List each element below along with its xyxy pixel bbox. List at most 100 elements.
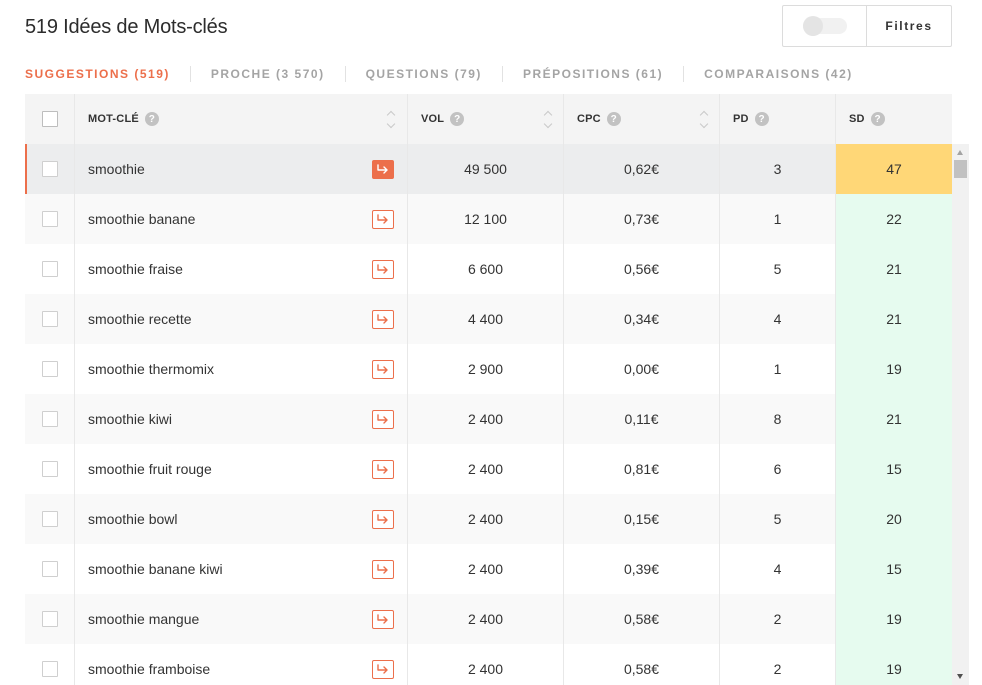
column-header-sd[interactable]: SD ?: [836, 94, 952, 144]
vol-cell: 4 400: [408, 294, 564, 344]
row-checkbox-cell: [25, 194, 75, 244]
vol-cell: 2 400: [408, 594, 564, 644]
filters-button[interactable]: Filtres: [867, 6, 951, 46]
table-scrollbar[interactable]: [952, 144, 969, 685]
keyword-table: MOT-CLÉ ? VOL ? CPC ? PD ? SD ? smoothie…: [25, 94, 952, 685]
tab-prepositions[interactable]: PRÉPOSITIONS (61): [523, 67, 663, 81]
row-checkbox[interactable]: [41, 661, 58, 677]
row-checkbox-cell: [25, 294, 75, 344]
table-row[interactable]: smoothie 49 500 0,62€ 3 47: [25, 144, 952, 194]
keyword-cell: smoothie bowl: [75, 494, 408, 544]
arrow-turn-right-icon[interactable]: [372, 409, 394, 429]
help-icon[interactable]: ?: [870, 112, 885, 126]
row-checkbox[interactable]: [41, 511, 58, 527]
row-checkbox[interactable]: [41, 561, 58, 577]
table-row[interactable]: smoothie fruit rouge 2 400 0,81€ 6 15: [25, 444, 952, 494]
sd-cell: 21: [836, 244, 952, 294]
table-row[interactable]: smoothie fraise 6 600 0,56€ 5 21: [25, 244, 952, 294]
row-checkbox[interactable]: [41, 611, 58, 627]
pd-cell: 2: [720, 594, 836, 644]
pd-cell: 1: [720, 344, 836, 394]
filter-panel: Filtres: [782, 5, 952, 47]
sd-cell: 21: [836, 294, 952, 344]
column-label-sd: SD: [849, 113, 865, 125]
row-checkbox-cell: [25, 394, 75, 444]
row-checkbox[interactable]: [41, 411, 58, 427]
cpc-cell: 0,58€: [564, 594, 720, 644]
sort-arrows-icon[interactable]: [543, 110, 553, 128]
sd-cell: 21: [836, 394, 952, 444]
column-label-cpc: CPC: [577, 113, 601, 125]
tab-questions[interactable]: QUESTIONS (79): [366, 67, 482, 81]
row-checkbox[interactable]: [41, 361, 58, 377]
arrow-turn-right-icon[interactable]: [372, 309, 394, 329]
vol-cell: 2 400: [408, 444, 564, 494]
row-checkbox-cell: [25, 494, 75, 544]
tab-divider: [344, 66, 346, 82]
arrow-turn-right-icon[interactable]: [372, 259, 394, 279]
keyword-cell: smoothie fraise: [75, 244, 408, 294]
table-row[interactable]: smoothie banane 12 100 0,73€ 1 22: [25, 194, 952, 244]
arrow-turn-right-icon[interactable]: [372, 509, 394, 529]
table-row[interactable]: smoothie bowl 2 400 0,15€ 5 20: [25, 494, 952, 544]
tab-divider: [683, 66, 685, 82]
filter-toggle[interactable]: [802, 16, 847, 36]
keyword-text: smoothie recette: [88, 311, 192, 327]
tab-proche[interactable]: PROCHE (3 570): [211, 67, 325, 81]
help-icon[interactable]: ?: [754, 112, 769, 126]
table-row[interactable]: smoothie kiwi 2 400 0,11€ 8 21: [25, 394, 952, 444]
sd-cell: 19: [836, 594, 952, 644]
sd-cell: 19: [836, 344, 952, 394]
cpc-cell: 0,58€: [564, 644, 720, 685]
tab-suggestions[interactable]: SUGGESTIONS (519): [25, 67, 170, 81]
table-row[interactable]: smoothie recette 4 400 0,34€ 4 21: [25, 294, 952, 344]
scroll-thumb[interactable]: [954, 160, 967, 178]
table-row[interactable]: smoothie framboise 2 400 0,58€ 2 19: [25, 644, 952, 685]
column-label-vol: VOL: [421, 113, 445, 125]
select-all-checkbox[interactable]: [41, 111, 58, 127]
table-row[interactable]: smoothie banane kiwi 2 400 0,39€ 4 15: [25, 544, 952, 594]
row-checkbox-cell: [25, 594, 75, 644]
sort-arrows-icon[interactable]: [699, 110, 709, 128]
arrow-turn-right-icon[interactable]: [372, 609, 394, 629]
table-row[interactable]: smoothie thermomix 2 900 0,00€ 1 19: [25, 344, 952, 394]
row-checkbox[interactable]: [41, 161, 58, 177]
row-checkbox[interactable]: [41, 211, 58, 227]
cpc-cell: 0,73€: [564, 194, 720, 244]
row-checkbox[interactable]: [41, 261, 58, 277]
column-header-keyword[interactable]: MOT-CLÉ ?: [75, 94, 408, 144]
help-icon[interactable]: ?: [144, 112, 159, 126]
table-body: smoothie 49 500 0,62€ 3 47 smoothie banane 12 …: [25, 144, 952, 685]
scroll-up-arrow-icon[interactable]: [957, 150, 963, 155]
scroll-down-arrow-icon[interactable]: [957, 674, 963, 679]
help-icon[interactable]: ?: [606, 112, 621, 126]
tab-comparaisons[interactable]: COMPARAISONS (42): [704, 67, 853, 81]
cpc-cell: 0,11€: [564, 394, 720, 444]
keyword-text: smoothie fraise: [88, 261, 183, 277]
cpc-cell: 0,39€: [564, 544, 720, 594]
arrow-turn-right-icon[interactable]: [372, 159, 394, 179]
table-row[interactable]: smoothie mangue 2 400 0,58€ 2 19: [25, 594, 952, 644]
sort-arrows-icon[interactable]: [386, 110, 396, 128]
help-icon[interactable]: ?: [450, 112, 465, 126]
table-header-row: MOT-CLÉ ? VOL ? CPC ? PD ? SD ?: [25, 94, 952, 144]
column-header-vol[interactable]: VOL ?: [408, 94, 564, 144]
row-checkbox[interactable]: [41, 311, 58, 327]
arrow-turn-right-icon[interactable]: [372, 659, 394, 679]
row-checkbox[interactable]: [41, 461, 58, 477]
column-header-cpc[interactable]: CPC ?: [564, 94, 720, 144]
column-header-pd[interactable]: PD ?: [720, 94, 836, 144]
keyword-text: smoothie fruit rouge: [88, 461, 212, 477]
sd-cell: 19: [836, 644, 952, 685]
arrow-turn-right-icon[interactable]: [372, 459, 394, 479]
cpc-cell: 0,34€: [564, 294, 720, 344]
vol-cell: 6 600: [408, 244, 564, 294]
sd-cell: 15: [836, 444, 952, 494]
arrow-turn-right-icon[interactable]: [372, 559, 394, 579]
cpc-cell: 0,56€: [564, 244, 720, 294]
header-checkbox-cell: [25, 94, 75, 144]
vol-cell: 2 900: [408, 344, 564, 394]
arrow-turn-right-icon[interactable]: [372, 209, 394, 229]
arrow-turn-right-icon[interactable]: [372, 359, 394, 379]
row-checkbox-cell: [25, 444, 75, 494]
